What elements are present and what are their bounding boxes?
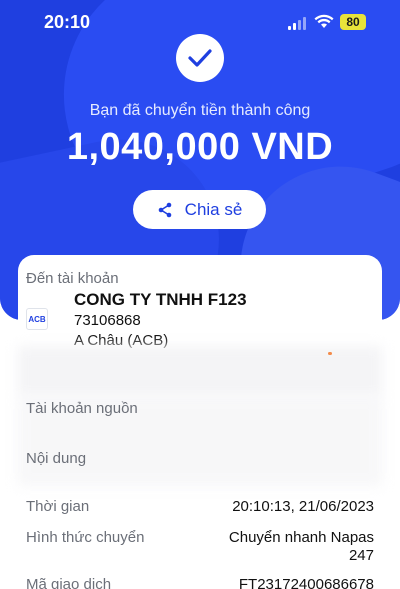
status-time: 20:10 xyxy=(44,12,91,32)
transfer-amount: 1,040,000 VND xyxy=(66,126,334,168)
transfer-method-value: Chuyển nhanh Napas xyxy=(228,529,374,546)
time-label: Thời gian xyxy=(26,498,90,515)
content-label: Nội dung xyxy=(26,450,87,467)
transfer-method-label: Hình thức chuyển xyxy=(26,529,145,546)
transaction-id-label: Mã giao dịch xyxy=(26,576,112,589)
checkmark-icon xyxy=(188,49,212,67)
recipient-account-number: 73106868 xyxy=(74,312,141,329)
success-message: Bạn đã chuyển tiền thành công xyxy=(89,102,311,119)
battery-icon: 80 xyxy=(340,14,366,30)
transfer-method-value-line2: 247 xyxy=(348,547,374,564)
share-label: Chia sẻ xyxy=(184,199,243,219)
success-check-icon xyxy=(176,34,224,82)
wifi-icon xyxy=(314,14,334,28)
to-account-label: Đến tài khoản xyxy=(26,270,119,287)
acb-logo: ACB xyxy=(26,308,48,330)
time-value: 20:10:13, 21/06/2023 xyxy=(232,498,374,515)
redaction-mark xyxy=(328,352,332,355)
transaction-id-value: FT23172400686678 xyxy=(238,576,374,589)
share-icon xyxy=(158,202,171,217)
recipient-name: CONG TY TNHH F123 xyxy=(74,290,247,309)
source-account-label: Tài khoản nguồn xyxy=(26,400,138,417)
share-button[interactable]: Chia sẻ xyxy=(133,190,266,229)
signal-icon xyxy=(288,16,308,30)
